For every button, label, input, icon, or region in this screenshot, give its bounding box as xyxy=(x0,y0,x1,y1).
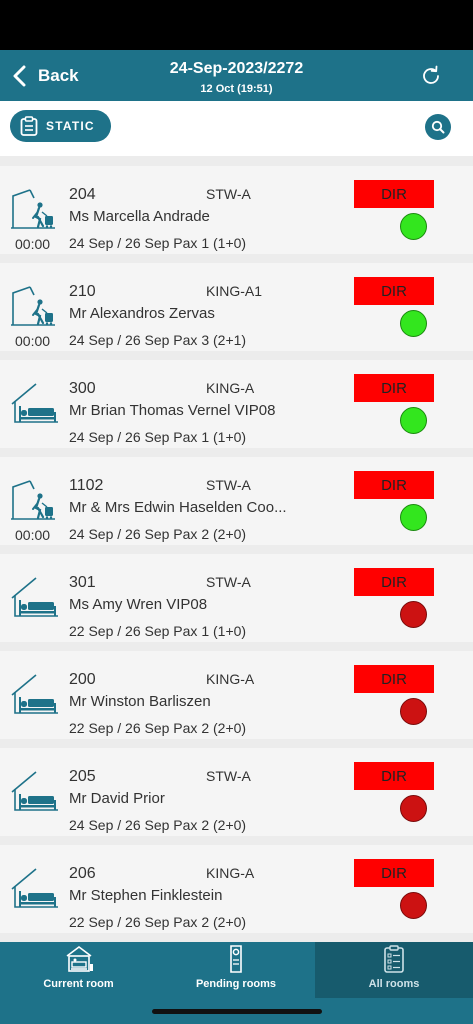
arrival-luggage-icon xyxy=(10,188,60,230)
home-indicator xyxy=(152,1009,322,1014)
room-number: 1102 xyxy=(69,477,104,494)
guest-name: Mr Stephen Finklestein xyxy=(69,887,223,904)
dir-status-badge[interactable]: DIR xyxy=(354,471,434,499)
occupied-bed-icon xyxy=(10,673,60,715)
room-row[interactable]: 300 KING-A Mr Brian Thomas Vernel VIP08 24 … xyxy=(0,360,473,448)
room-row[interactable]: 00:00 210 KING-A1 Mr Alexandros Zervas 24 Se… xyxy=(0,263,473,351)
room-type: STW-A xyxy=(206,768,251,784)
room-row[interactable]: 00:00 204 STW-A Ms Marcella Andrade 24 Sep /… xyxy=(0,166,473,254)
room-status-indicator xyxy=(400,310,427,337)
occupied-bed-icon xyxy=(10,770,60,812)
guest-name: Mr Alexandros Zervas xyxy=(69,305,215,322)
arrival-luggage-icon xyxy=(10,285,60,327)
room-number: 210 xyxy=(69,283,96,300)
tab-label: All rooms xyxy=(368,978,420,990)
stay-dates-pax: 22 Sep / 26 Sep Pax 2 (2+0) xyxy=(69,720,247,736)
dir-status-badge[interactable]: DIR xyxy=(354,277,434,305)
tab-current-room[interactable]: Current room xyxy=(0,942,157,998)
stay-dates-pax: 24 Sep / 26 Sep Pax 1 (1+0) xyxy=(69,429,247,445)
tab-label: Pending rooms xyxy=(195,978,277,990)
search-icon xyxy=(431,120,445,134)
guest-name: Ms Marcella Andrade xyxy=(69,208,210,225)
arrival-time: 00:00 xyxy=(15,527,51,543)
guest-name: Mr Winston Barliszen xyxy=(69,693,211,710)
stay-dates-pax: 22 Sep / 26 Sep Pax 2 (2+0) xyxy=(69,914,247,930)
room-number: 205 xyxy=(69,768,96,785)
tab-label: Current room xyxy=(43,978,114,990)
toolbar: STATIC xyxy=(0,101,473,156)
tab-all-rooms[interactable]: All rooms xyxy=(315,942,473,998)
room-status-indicator xyxy=(400,698,427,725)
dir-status-badge[interactable]: DIR xyxy=(354,180,434,208)
dir-status-badge[interactable]: DIR xyxy=(354,374,434,402)
stay-dates-pax: 24 Sep / 26 Sep Pax 2 (2+0) xyxy=(69,526,247,542)
tab-pending-rooms[interactable]: Pending rooms xyxy=(157,942,315,998)
room-type: KING-A xyxy=(206,380,255,396)
room-type: STW-A xyxy=(206,574,251,590)
guest-name: Mr & Mrs Edwin Haselden Coo... xyxy=(69,499,287,516)
occupied-bed-icon xyxy=(10,867,60,909)
room-row[interactable]: 205 STW-A Mr David Prior 24 Sep / 26 Sep Pa… xyxy=(0,748,473,836)
arrival-time: 00:00 xyxy=(15,333,51,349)
room-status-indicator xyxy=(400,601,427,628)
page-title: 24-Sep-2023/2272 xyxy=(169,60,304,77)
room-number: 300 xyxy=(69,380,96,397)
clipboard-icon xyxy=(20,116,38,136)
room-type: STW-A xyxy=(206,477,251,493)
occupied-bed-icon xyxy=(10,382,60,424)
static-label: STATIC xyxy=(46,119,95,133)
guest-name: Mr David Prior xyxy=(69,790,165,807)
page-subtitle: 12 Oct (19:51) xyxy=(200,83,273,95)
bed-building-icon xyxy=(63,944,95,974)
guest-name: Ms Amy Wren VIP08 xyxy=(69,596,208,613)
room-row[interactable]: 00:00 1102 STW-A Mr & Mrs Edwin Haselden Co… xyxy=(0,457,473,545)
dir-status-badge[interactable]: DIR xyxy=(354,665,434,693)
search-button[interactable] xyxy=(425,114,451,140)
door-hanger-icon xyxy=(225,944,247,974)
dir-status-badge[interactable]: DIR xyxy=(354,568,434,596)
room-number: 200 xyxy=(69,671,96,688)
clipboard-list-icon xyxy=(383,944,405,974)
guest-name: Mr Brian Thomas Vernel VIP08 xyxy=(69,402,276,419)
static-button[interactable]: STATIC xyxy=(10,110,111,142)
room-type: STW-A xyxy=(206,186,251,202)
refresh-icon[interactable] xyxy=(419,64,443,88)
room-row[interactable]: 200 KING-A Mr Winston Barliszen 22 Sep / 26… xyxy=(0,651,473,739)
room-number: 206 xyxy=(69,865,96,882)
dir-status-badge[interactable]: DIR xyxy=(354,762,434,790)
dir-status-badge[interactable]: DIR xyxy=(354,859,434,887)
arrival-time: 00:00 xyxy=(15,236,51,252)
room-number: 301 xyxy=(69,574,96,591)
room-status-indicator xyxy=(400,795,427,822)
room-status-indicator xyxy=(400,407,427,434)
room-status-indicator xyxy=(400,892,427,919)
room-type: KING-A xyxy=(206,865,255,881)
stay-dates-pax: 24 Sep / 26 Sep Pax 1 (1+0) xyxy=(69,235,247,251)
room-type: KING-A xyxy=(206,671,255,687)
stay-dates-pax: 24 Sep / 26 Sep Pax 2 (2+0) xyxy=(69,817,247,833)
app-header: Back 24-Sep-2023/2272 12 Oct (19:51) xyxy=(0,50,473,101)
room-row[interactable]: 301 STW-A Ms Amy Wren VIP08 22 Sep / 26 Sep… xyxy=(0,554,473,642)
stay-dates-pax: 22 Sep / 26 Sep Pax 1 (1+0) xyxy=(69,623,247,639)
room-list[interactable]: 00:00 204 STW-A Ms Marcella Andrade 24 Sep /… xyxy=(0,156,473,942)
occupied-bed-icon xyxy=(10,576,60,618)
status-bar xyxy=(0,0,473,50)
room-number: 204 xyxy=(69,186,96,203)
room-status-indicator xyxy=(400,213,427,240)
room-status-indicator xyxy=(400,504,427,531)
arrival-luggage-icon xyxy=(10,479,60,521)
room-type: KING-A1 xyxy=(206,283,263,299)
stay-dates-pax: 24 Sep / 26 Sep Pax 3 (2+1) xyxy=(69,332,247,348)
room-row[interactable]: 206 KING-A Mr Stephen Finklestein 22 Sep / … xyxy=(0,845,473,933)
